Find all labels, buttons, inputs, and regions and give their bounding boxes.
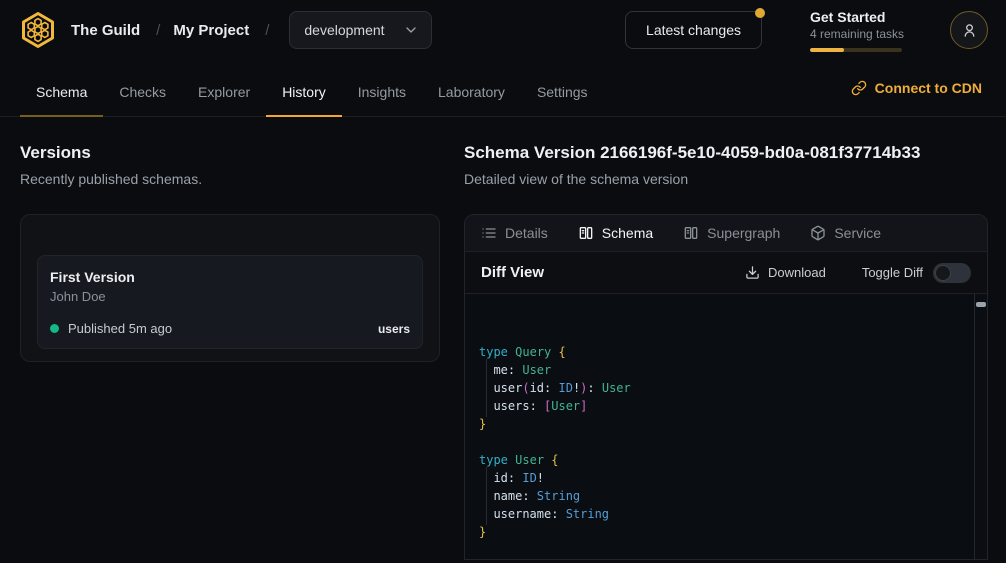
link-icon (851, 80, 867, 96)
code-line: users: [User] (479, 397, 961, 415)
toggle-diff-label: Toggle Diff (862, 265, 923, 280)
user-avatar-button[interactable] (950, 11, 988, 49)
breadcrumb: The Guild / My Project / development (18, 10, 432, 50)
breadcrumb-project[interactable]: My Project (173, 22, 249, 39)
code-scrollbar (974, 294, 987, 559)
diff-toolbar: Diff View Download Toggle Diff (465, 252, 987, 294)
tab-insights[interactable]: Insights (342, 72, 422, 117)
tab-settings[interactable]: Settings (521, 72, 604, 117)
tab-checks[interactable]: Checks (103, 72, 182, 117)
schema-version-subtitle: Detailed view of the schema version (464, 170, 988, 188)
versions-subtitle: Recently published schemas. (20, 170, 440, 188)
code-viewer: type Query { me: User user(id: ID!): Use… (465, 294, 987, 559)
schema-version-card: Details Schema (464, 214, 988, 560)
tab-history[interactable]: History (266, 72, 342, 117)
get-started-progressbar (810, 48, 902, 52)
code-line: name: String (479, 487, 961, 505)
code-line: } (479, 523, 961, 541)
latest-changes-button[interactable]: Latest changes (625, 11, 762, 49)
scrollbar-thumb[interactable] (976, 302, 986, 307)
panels-icon (683, 225, 699, 241)
header-actions: Latest changes Get Started 4 remaining t… (625, 9, 988, 52)
switch-knob (935, 265, 951, 281)
panels-icon (578, 225, 594, 241)
breadcrumb-separator: / (265, 22, 269, 39)
code-line: id: ID! (479, 469, 961, 487)
versions-title: Versions (20, 143, 440, 163)
breadcrumb-separator: / (156, 22, 160, 39)
target-selector-value: development (304, 22, 384, 38)
nav-tabs: Schema Checks Explorer History Insights … (0, 72, 604, 116)
schema-version-panel: Schema Version 2166196f-5e10-4059-bd0a-0… (464, 143, 988, 560)
versions-panel: Versions Recently published schemas. Fir… (20, 143, 440, 560)
version-list-item[interactable]: First Version John Doe Published 5m ago … (37, 255, 423, 349)
get-started-widget[interactable]: Get Started 4 remaining tasks (810, 9, 902, 52)
main-nav: Schema Checks Explorer History Insights … (0, 60, 1006, 117)
code-line: } (479, 415, 961, 433)
download-button[interactable]: Download (739, 264, 832, 281)
download-icon (745, 265, 760, 280)
breadcrumb-org[interactable]: The Guild (71, 22, 140, 39)
diff-view-title: Diff View (481, 264, 544, 281)
versions-list-card: First Version John Doe Published 5m ago … (20, 214, 440, 362)
code-line (479, 433, 961, 451)
chevron-down-icon (403, 22, 419, 38)
published-status-text: Published 5m ago (68, 321, 172, 336)
code-block: type Query { me: User user(id: ID!): Use… (479, 343, 961, 541)
code-line: type User { (479, 451, 961, 469)
tab-supergraph[interactable]: Supergraph (683, 225, 780, 241)
get-started-subtitle: 4 remaining tasks (810, 27, 902, 42)
get-started-title: Get Started (810, 9, 902, 26)
code-line: username: String (479, 505, 961, 523)
service-badge: users (378, 322, 410, 336)
notification-dot (755, 8, 765, 18)
schema-version-title: Schema Version 2166196f-5e10-4059-bd0a-0… (464, 143, 988, 163)
diff-actions: Download Toggle Diff (739, 263, 971, 283)
tab-laboratory[interactable]: Laboratory (422, 72, 521, 117)
cube-icon (810, 225, 826, 241)
code-line: type Query { (479, 343, 961, 361)
hive-logo-icon[interactable] (18, 10, 58, 50)
version-author: John Doe (50, 289, 410, 305)
person-icon (961, 22, 978, 39)
tab-schema[interactable]: Schema (20, 72, 103, 117)
code-line: me: User (479, 361, 961, 379)
version-meta-row: Published 5m ago users (50, 321, 410, 336)
version-name: First Version (50, 268, 410, 286)
tab-explorer[interactable]: Explorer (182, 72, 266, 117)
top-header: The Guild / My Project / development Lat… (0, 0, 1006, 60)
tab-service[interactable]: Service (810, 225, 881, 241)
target-selector[interactable]: development (289, 11, 431, 49)
main-content: Versions Recently published schemas. Fir… (0, 117, 1006, 560)
tab-details[interactable]: Details (481, 225, 548, 241)
published-status-dot (50, 324, 59, 333)
detail-tabs: Details Schema (465, 215, 987, 252)
toggle-diff-switch[interactable] (933, 263, 971, 283)
progress-fill (810, 48, 844, 52)
code-line: user(id: ID!): User (479, 379, 961, 397)
tab-schema-view[interactable]: Schema (578, 225, 653, 241)
connect-to-cdn-button[interactable]: Connect to CDN (845, 79, 988, 97)
list-icon (481, 225, 497, 241)
